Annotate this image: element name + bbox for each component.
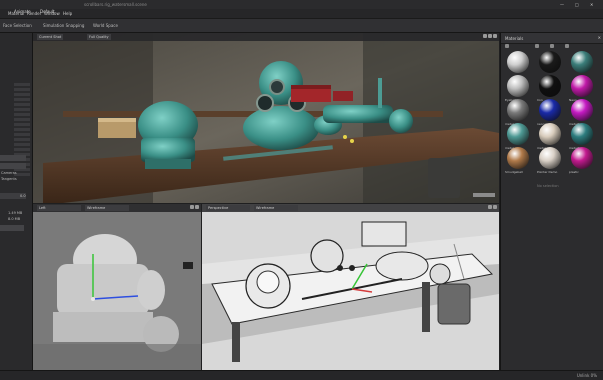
tab-simulation-snapping[interactable]: Simulation Snapping bbox=[40, 21, 87, 30]
material-label: Pointer Demo bbox=[537, 170, 558, 174]
list-item[interactable] bbox=[14, 123, 30, 126]
wireframe-left bbox=[33, 204, 201, 370]
panel-button[interactable] bbox=[0, 225, 24, 231]
tab-world-space[interactable]: World Space bbox=[90, 21, 121, 30]
maximize-icon[interactable] bbox=[488, 34, 492, 38]
mode-animate-label[interactable]: Animate bbox=[14, 9, 31, 14]
material-preview-sphere bbox=[507, 75, 529, 97]
material-preview-sphere bbox=[507, 99, 529, 121]
list-item[interactable] bbox=[14, 108, 30, 111]
material-preview-sphere bbox=[571, 123, 593, 145]
list-item[interactable] bbox=[14, 133, 30, 136]
panel-button[interactable] bbox=[0, 163, 26, 169]
material-preview-sphere bbox=[539, 51, 561, 73]
left-viewport-header: Left Wireframe bbox=[33, 204, 201, 212]
tangents-label: Tangents bbox=[1, 177, 17, 181]
material-swatch[interactable]: Pointer Demo bbox=[537, 147, 563, 177]
wireframe-perspective bbox=[202, 204, 499, 370]
material-swatch[interactable]: plastic bbox=[569, 147, 595, 177]
list-item[interactable] bbox=[14, 128, 30, 131]
material-preview-sphere bbox=[507, 123, 529, 145]
list-item[interactable] bbox=[14, 143, 30, 146]
render-scene bbox=[33, 33, 499, 203]
material-preview-sphere bbox=[539, 99, 561, 121]
left-shading-dropdown[interactable]: Wireframe bbox=[85, 205, 129, 211]
quality-dropdown[interactable]: Full Quality bbox=[87, 34, 111, 40]
material-preview-sphere bbox=[571, 99, 593, 121]
left-panel: Cameras Tangents 0.0 1.49 MB 8.0 MB bbox=[0, 33, 33, 379]
material-preview-sphere bbox=[539, 147, 561, 169]
persp-viewport-header: Perspective Wireframe bbox=[202, 204, 499, 212]
material-label: Smudgeball bbox=[505, 170, 523, 174]
materials-panel: Materials ✕ EyeballsIronNeonmetalneonalm… bbox=[500, 33, 603, 379]
list-item[interactable] bbox=[14, 83, 30, 86]
maximize-icon[interactable] bbox=[195, 205, 199, 209]
materials-title: Materials bbox=[505, 36, 524, 41]
camera-icon[interactable] bbox=[483, 34, 487, 38]
filter-icon[interactable] bbox=[535, 44, 539, 48]
grid-icon[interactable] bbox=[550, 44, 554, 48]
mode-default-label[interactable]: Default bbox=[40, 9, 55, 14]
maximize-button[interactable]: □ bbox=[575, 2, 579, 7]
memory-value-a: 1.49 MB bbox=[8, 211, 23, 215]
main-viewport-header: Current Shot Full Quality bbox=[33, 33, 499, 41]
add-icon[interactable] bbox=[505, 44, 509, 48]
maximize-icon[interactable] bbox=[493, 205, 497, 209]
persp-viewport-icons bbox=[487, 205, 497, 211]
minimize-button[interactable]: — bbox=[560, 2, 564, 7]
persp-shading-dropdown[interactable]: Wireframe bbox=[254, 205, 298, 211]
camera-icon[interactable] bbox=[190, 205, 194, 209]
material-label: plastic bbox=[569, 170, 579, 174]
panel-button[interactable] bbox=[0, 155, 26, 161]
materials-header: Materials ✕ bbox=[501, 33, 603, 44]
settings-icon[interactable] bbox=[493, 34, 497, 38]
camera-dropdown[interactable]: Current Shot bbox=[37, 34, 64, 40]
material-preview-sphere bbox=[571, 75, 593, 97]
material-preview-sphere bbox=[507, 147, 529, 169]
cameras-label: Cameras bbox=[1, 171, 17, 175]
left-viewport-icons bbox=[189, 205, 199, 211]
list-item[interactable] bbox=[14, 103, 30, 106]
list-icon[interactable] bbox=[565, 44, 569, 48]
perspective-viewport[interactable]: Perspective Wireframe bbox=[202, 204, 499, 370]
tool-tab-bar: Face Selection Simulation Snapping World… bbox=[0, 9, 603, 33]
window-title: scrollbars.rig_watersmall.scene bbox=[84, 2, 147, 7]
left-camera-dropdown[interactable]: Left bbox=[37, 205, 81, 211]
list-item[interactable] bbox=[14, 93, 30, 96]
materials-footer: No selection bbox=[537, 184, 559, 188]
materials-toolbar bbox=[505, 44, 600, 49]
main-viewport[interactable]: Current Shot Full Quality bbox=[33, 33, 499, 203]
left-viewport[interactable]: Left Wireframe bbox=[33, 204, 201, 370]
memory-value-b: 8.0 MB bbox=[8, 217, 21, 221]
material-swatch[interactable]: Smudgeball bbox=[505, 147, 531, 177]
viewport-icons bbox=[482, 34, 497, 40]
list-item[interactable] bbox=[14, 98, 30, 101]
persp-camera-dropdown[interactable]: Perspective bbox=[206, 205, 250, 211]
field-value: 0.0 bbox=[20, 194, 26, 198]
zoom-status: Unlink 0% bbox=[576, 373, 597, 378]
material-preview-sphere bbox=[507, 51, 529, 73]
list-item[interactable] bbox=[14, 148, 30, 151]
value-field[interactable]: 0.0 bbox=[0, 193, 26, 199]
camera-icon[interactable] bbox=[488, 205, 492, 209]
list-item[interactable] bbox=[14, 88, 30, 91]
close-button[interactable]: ✕ bbox=[590, 2, 593, 7]
material-preview-sphere bbox=[571, 51, 593, 73]
list-item[interactable] bbox=[14, 113, 30, 116]
tab-face-selection[interactable]: Face Selection bbox=[0, 21, 35, 30]
list-item[interactable] bbox=[14, 118, 30, 121]
list-item[interactable] bbox=[14, 138, 30, 141]
close-icon[interactable]: ✕ bbox=[598, 35, 601, 40]
material-preview-sphere bbox=[571, 147, 593, 169]
material-preview-sphere bbox=[539, 75, 561, 97]
material-preview-sphere bbox=[539, 123, 561, 145]
title-bar: scrollbars.rig_watersmall.scene — □ ✕ bbox=[0, 0, 603, 9]
